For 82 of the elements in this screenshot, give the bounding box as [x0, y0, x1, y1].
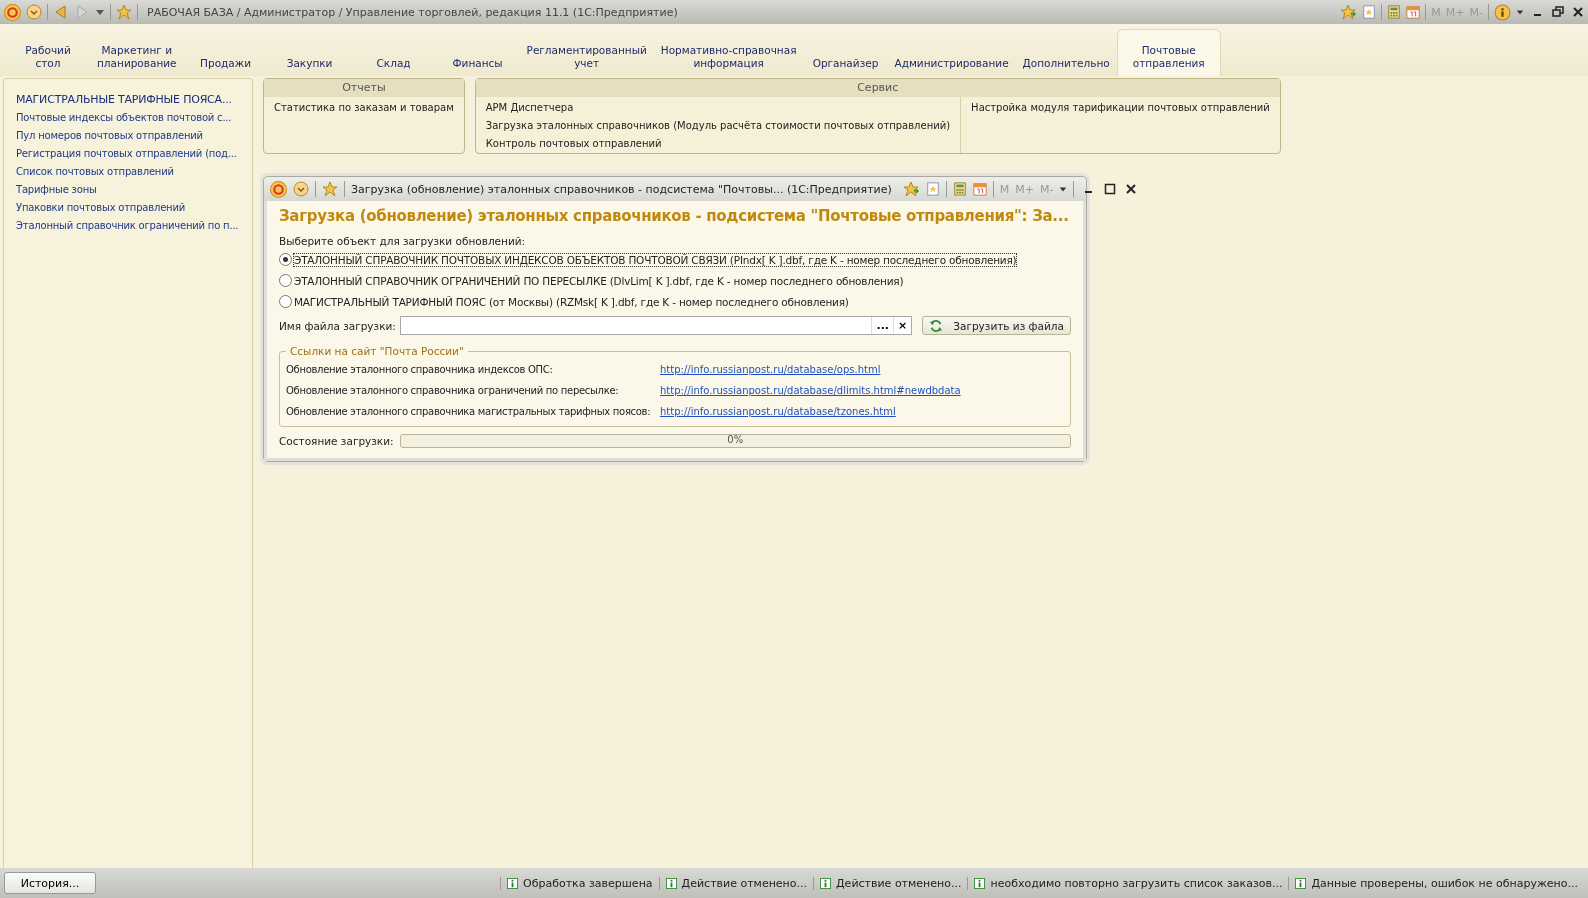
load-button[interactable]: Загрузить из файла [922, 316, 1071, 335]
sidebar-link[interactable]: Тарифные зоны [16, 181, 97, 199]
logo-icon[interactable] [4, 3, 21, 21]
radio-label[interactable]: МАГИСТРАЛЬНЫЙ ТАРИФНЫЙ ПОЯС (от Москвы) (RZMsk[ K ].dbf, где K - номер последнего обновления) [294, 295, 849, 308]
sidebar-link[interactable]: Пул номеров почтовых отправлений [16, 127, 203, 145]
progress-reading: 0% [727, 434, 744, 445]
command-link[interactable]: АРМ Диспетчера [485, 99, 951, 117]
favorites-add-icon[interactable] [1341, 4, 1358, 20]
section-tab[interactable]: Рабочий стол [6, 44, 90, 76]
favorites-add-icon[interactable] [903, 181, 920, 197]
sidebar-link[interactable]: Почтовые индексы объектов почтовой с... [16, 109, 232, 127]
sidebar-link[interactable]: Упаковки почтовых отправлений [16, 199, 186, 217]
favorites-star-icon[interactable] [322, 181, 338, 197]
link-description: Обновление эталонного справочника магистральных тарифных поясов: [286, 406, 652, 417]
close-icon[interactable] [1125, 183, 1138, 195]
calendar-icon[interactable] [972, 182, 987, 196]
url-link[interactable]: http://info.russianpost.ru/database/tzones.html [660, 406, 896, 417]
caret-icon[interactable] [1059, 185, 1068, 193]
section-tab[interactable]: Органайзер [803, 57, 888, 76]
command-link[interactable]: Загрузка эталонных справочников (Модуль расчёта стоимости почтовых отправлений) [485, 117, 951, 135]
status-message[interactable]: необходимо повторно загрузить список заказов... [990, 876, 1283, 890]
link-description: Обновление эталонного справочника индексов ОПС: [286, 364, 554, 375]
file-input-field[interactable]: ... × [399, 316, 913, 335]
dropdown-icon[interactable] [26, 4, 42, 20]
close-icon[interactable] [1572, 6, 1584, 18]
caret-icon[interactable] [1516, 8, 1524, 16]
info-icon [820, 877, 831, 889]
favorites-star-icon[interactable] [116, 4, 132, 20]
section-tab[interactable]: Маркетинг и планирование [90, 44, 184, 76]
group-title: Сервис [475, 79, 1280, 97]
sidebar-link[interactable]: Список почтовых отправлений [16, 163, 174, 181]
dialog-title: Загрузка (обновление) эталонных справочников - подсистема "Почтовы... (1С:Предприятие) [351, 182, 892, 196]
dropdown-icon[interactable] [293, 181, 309, 197]
section-tab[interactable]: Регламентированный учет [519, 44, 654, 76]
progress-label: Состояние загрузки: [279, 435, 394, 447]
sidebar-link[interactable]: Эталонный справочник ограничений по п... [16, 217, 239, 235]
radio-button[interactable] [279, 295, 292, 308]
history-button[interactable]: История... [4, 872, 96, 894]
radio-label[interactable]: ЭТАЛОННЫЙ СПРАВОЧНИК ОГРАНИЧЕНИЙ ПО ПЕРЕСЫЛКЕ (DlvLim[ K ].dbf, где K - номер последнего обновления) [294, 274, 904, 287]
radio-button[interactable] [279, 274, 292, 287]
info-icon [665, 877, 677, 889]
sidebar-link[interactable]: Регистрация почтовых отправлений (под... [16, 145, 237, 163]
info-icon [974, 877, 986, 889]
calculator-icon[interactable] [1387, 5, 1402, 19]
refresh-icon [929, 318, 944, 333]
logo-icon[interactable] [270, 180, 287, 198]
info-icon [507, 877, 518, 889]
command-link[interactable]: Контроль почтовых отправлений [485, 135, 951, 153]
section-tab[interactable]: Склад [351, 57, 436, 76]
file-label: Имя файла загрузки: [279, 319, 396, 332]
link-description: Обновление эталонного справочника ограничений по пересылке: [286, 385, 620, 396]
status-message[interactable]: Обработка завершена [523, 876, 653, 890]
command-link[interactable]: Статистика по заказам и товарам [274, 99, 454, 117]
info-icon [1295, 877, 1307, 889]
restore-icon[interactable] [1552, 6, 1564, 18]
section-tab[interactable]: Продажи [183, 57, 268, 76]
status-message[interactable]: Действие отменено... [681, 876, 807, 890]
url-link[interactable]: http://info.russianpost.ru/database/ops.html [660, 364, 881, 375]
calendar-icon[interactable] [1406, 5, 1421, 19]
back-icon[interactable] [53, 4, 69, 20]
maximize-icon[interactable] [1104, 183, 1117, 195]
group-title: Отчеты [264, 79, 464, 97]
choose-label: Выберите объект для загрузки обновлений: [279, 235, 527, 247]
radio-button[interactable] [279, 253, 292, 266]
section-tab[interactable]: Почтовые отправления [1116, 29, 1221, 76]
section-tab[interactable]: Нормативно-справочная информация [653, 44, 804, 76]
section-tab[interactable]: Администрирование [887, 57, 1016, 76]
status-message[interactable]: Данные проверены, ошибок не обнаружено... [1311, 876, 1578, 890]
url-link[interactable]: http://info.russianpost.ru/database/dlimits.html#newdbdata [660, 385, 961, 396]
group-caption: Ссылки на сайт "Почта России" [289, 345, 465, 357]
sidebar-link[interactable]: МАГИСТРАЛЬНЫЕ ТАРИФНЫЕ ПОЯСА... [16, 91, 232, 109]
section-tab[interactable]: Дополнительно [1015, 57, 1117, 76]
section-tab[interactable]: Закупки [267, 57, 352, 76]
status-message[interactable]: Действие отменено... [836, 876, 962, 890]
form-heading: Загрузка (обновление) эталонных справочников - подсистема "Почтовые отправления": За... [279, 206, 1069, 227]
radio-label[interactable]: ЭТАЛОННЫЙ СПРАВОЧНИК ПОЧТОВЫХ ИНДЕКСОВ ОБЪЕКТОВ ПОЧТОВОЙ СВЯЗИ (PIndx[ K ].dbf, где K - номер последнего обновления) [294, 253, 1017, 266]
info-icon[interactable] [1494, 3, 1511, 21]
caret-icon[interactable] [95, 7, 105, 17]
window-title: РАБОЧАЯ БАЗА / Администратор / Управление торговлей, редакция 11.1 (1С:Предприятие) [147, 5, 678, 19]
calculator-icon[interactable] [952, 182, 967, 196]
section-tab[interactable]: Финансы [435, 57, 520, 76]
command-link[interactable]: Настройка модуля тарификации почтовых отправлений [971, 99, 1270, 117]
